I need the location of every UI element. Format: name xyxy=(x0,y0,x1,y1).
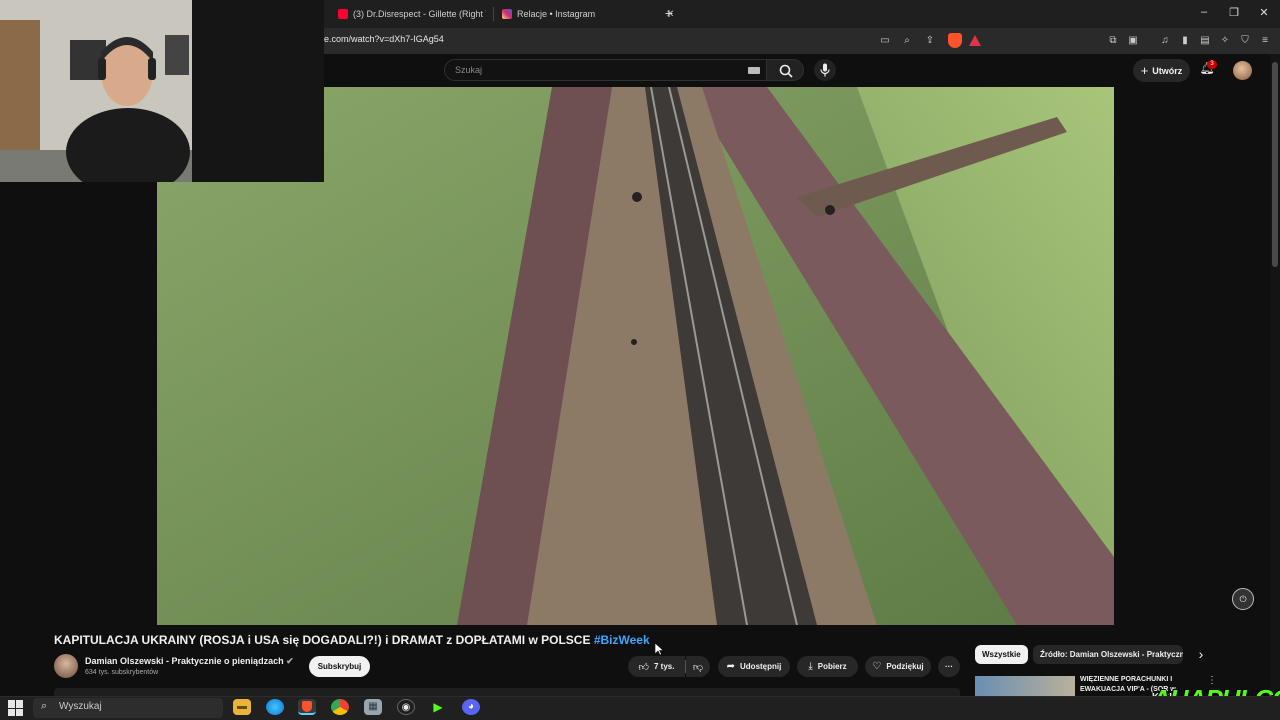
streamer-webcam xyxy=(0,0,324,182)
file-explorer-icon[interactable]: ▬ xyxy=(233,699,251,715)
video-title-text: KAPITULACJA UKRAINY (ROSJA i USA się DOG… xyxy=(54,633,591,647)
more-actions-button[interactable]: ··· xyxy=(938,656,960,677)
thumbs-down-icon: 👎︎ xyxy=(692,661,704,673)
minimize-button[interactable]: – xyxy=(1196,6,1212,18)
verified-icon: ✔︎ xyxy=(286,656,294,666)
keyboard-icon[interactable] xyxy=(748,67,760,74)
description-box[interactable] xyxy=(54,688,960,696)
share-label: Udostępnij xyxy=(740,662,782,671)
thanks-button[interactable]: ♡ Podziękuj xyxy=(865,656,931,677)
menu-icon[interactable]: ≡ xyxy=(1257,33,1273,49)
obs-icon[interactable]: ◉ xyxy=(397,699,415,715)
tab-label: (3) Dr.Disrespect - Gillette (Right Vers xyxy=(353,9,486,19)
tab-label: Relacje • Instagram xyxy=(517,9,596,19)
plus-icon: + xyxy=(1140,63,1149,78)
cast-icon[interactable]: ▭ xyxy=(877,33,893,49)
chrome-icon[interactable] xyxy=(331,699,349,715)
taskbar-search-placeholder: Wyszukaj xyxy=(59,701,102,712)
recommendation-thumbnail[interactable] xyxy=(975,676,1075,696)
download-button[interactable]: ⤓ Pobierz xyxy=(797,656,858,677)
create-label: Utwórz xyxy=(1152,65,1183,76)
new-tab-button[interactable]: + xyxy=(662,5,676,21)
brave-taskbar-icon[interactable] xyxy=(298,699,316,715)
video-title: KAPITULACJA UKRAINY (ROSJA i USA się DOG… xyxy=(54,633,650,647)
subscriber-count: 634 tys. subskrybentów xyxy=(85,669,159,676)
vpn-icon[interactable]: ⛉ xyxy=(1237,33,1253,49)
tab-youtube[interactable]: (3) Dr.Disrespect - Gillette (Right Vers xyxy=(338,4,486,24)
microphone-icon xyxy=(820,63,830,77)
tab-divider xyxy=(493,7,494,21)
share-page-icon[interactable]: ⇪ xyxy=(922,33,938,49)
account-avatar[interactable] xyxy=(1233,61,1252,80)
like-button[interactable]: 👍︎ 7 tys. xyxy=(628,656,685,677)
taskbar-search-icon: ⌕ xyxy=(41,700,48,712)
discord-icon[interactable]: ◕ xyxy=(462,699,480,715)
brave-shield-icon[interactable] xyxy=(948,33,962,48)
more-icon: ··· xyxy=(945,662,953,671)
voice-search-button[interactable] xyxy=(814,59,836,81)
download-icon: ⤓ xyxy=(808,661,813,672)
app-icon-gray[interactable]: ▦ xyxy=(364,699,382,715)
chevron-right-icon[interactable]: › xyxy=(1193,645,1209,664)
thanks-label: Podziękuj xyxy=(886,662,924,671)
leo-ai-icon[interactable]: ✧ xyxy=(1217,33,1233,49)
search-button[interactable] xyxy=(766,59,804,81)
media-icon[interactable]: ♫ xyxy=(1157,33,1173,49)
channel-name[interactable]: Damian Olszewski - Praktycznie o pieniąd… xyxy=(85,656,294,667)
windows-start-icon[interactable] xyxy=(8,700,24,716)
subscribe-button[interactable]: Subskrybuj xyxy=(309,656,370,677)
like-count: 7 tys. xyxy=(653,662,675,671)
close-window-button[interactable]: ✕ xyxy=(1256,6,1272,19)
instagram-favicon-icon xyxy=(502,9,512,19)
create-button[interactable]: + Utwórz xyxy=(1133,59,1190,82)
download-label: Pobierz xyxy=(817,662,847,671)
webcam-feed-image xyxy=(0,0,324,182)
page-scrollbar-thumb[interactable] xyxy=(1272,62,1278,267)
thumbs-up-icon: 👍︎ xyxy=(638,661,649,673)
dislike-button[interactable]: 👎︎ xyxy=(686,656,710,677)
thanks-icon: ♡ xyxy=(872,661,882,672)
share-button[interactable]: ➦ Udostępnij xyxy=(718,656,790,677)
sidebar-icon[interactable]: ▮ xyxy=(1177,33,1193,49)
share-icon: ➦ xyxy=(726,661,736,672)
extensions-icon[interactable]: ⧉ xyxy=(1105,33,1121,49)
player-settings-icon[interactable]: ⏻ xyxy=(1232,588,1254,610)
youtube-favicon-icon xyxy=(338,9,348,19)
zoom-icon[interactable]: ⌕ xyxy=(899,33,915,49)
search-icon xyxy=(779,64,793,78)
url-field[interactable]: e.com/watch?v=dXh7-IGAg54 xyxy=(324,34,444,44)
brave-rewards-icon[interactable] xyxy=(969,35,981,46)
search-input[interactable]: Szukaj xyxy=(444,59,768,81)
taskbar-search-input[interactable]: ⌕ Wyszukaj xyxy=(33,698,223,718)
restore-button[interactable]: ❐ xyxy=(1226,6,1242,19)
screenshot-icon[interactable]: ▣ xyxy=(1125,33,1141,49)
wallet-icon[interactable]: ▤ xyxy=(1197,33,1213,49)
channel-avatar[interactable] xyxy=(54,654,78,678)
edge-browser-icon[interactable] xyxy=(266,699,284,715)
notification-badge: 3 xyxy=(1207,60,1217,69)
chip-source[interactable]: Źródło: Damian Olszewski - Praktyczni xyxy=(1033,645,1183,664)
chip-all[interactable]: Wszystkie xyxy=(975,645,1028,664)
channel-name-text: Damian Olszewski - Praktycznie o pieniąd… xyxy=(85,656,284,666)
tab-instagram[interactable]: Relacje • Instagram xyxy=(502,4,652,24)
hashtag-link[interactable]: #BizWeek xyxy=(594,633,650,647)
play-app-icon[interactable]: ▶ xyxy=(429,699,447,715)
